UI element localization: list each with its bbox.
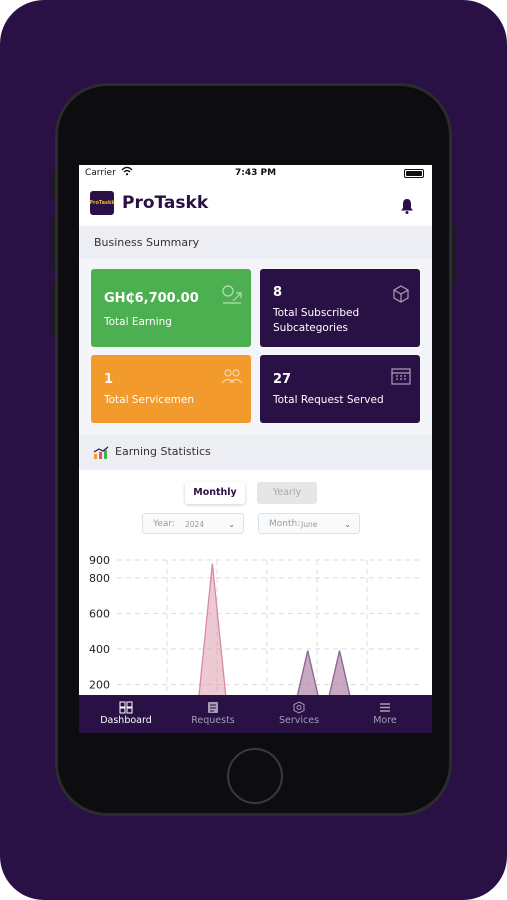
year-select-value: 2024 [185,520,205,529]
servicemen-label: Total Servicemen [104,394,195,406]
tab-more[interactable]: More [341,695,429,733]
dashboard-icon [119,699,133,714]
business-summary-header: Business Summary [79,227,432,259]
earning-chart-panel: Monthly Yearly Year: 2024 ⌄ Month: June … [79,470,432,700]
yearly-toggle[interactable]: Yearly [257,482,317,504]
notification-bell-icon[interactable] [398,197,416,215]
earning-statistics-title: Earning Statistics [115,445,211,458]
earning-statistics-header: Earning Statistics [79,434,432,470]
tab-requests[interactable]: Requests [169,695,257,733]
y-tick-label: 800 [89,572,110,585]
app-screen: Carrier 7:43 PM ProTaskk ProTaskk Busine… [79,165,432,733]
trend-chart-icon [93,445,109,459]
subcategories-value: 8 [273,285,283,300]
menu-icon [378,699,392,712]
servicemen-value: 1 [104,372,114,387]
month-select[interactable]: Month: June ⌄ [258,513,360,534]
tab-services[interactable]: Services [255,695,343,733]
calendar-icon [390,365,412,387]
earning-area-chart: 900 800 600 400 200 [89,554,419,700]
tab-requests-label: Requests [191,715,235,726]
power-button [452,225,456,285]
mute-switch [51,170,55,200]
series-area-1 [295,650,352,700]
total-servicemen-card[interactable]: 1 Total Servicemen [91,355,251,423]
battery-icon [404,169,424,178]
total-requests-served-card[interactable]: 27 Total Request Served [260,355,420,423]
total-earning-value: GH₵6,700.00 [104,291,199,306]
tab-more-label: More [373,715,397,726]
app-header: ProTaskk ProTaskk [79,183,432,225]
series-area-0 [197,563,352,700]
y-tick-label: 900 [89,554,110,567]
y-tick-label: 400 [89,643,110,656]
bottom-tab-bar: Dashboard Requests Services More [79,695,432,733]
tab-dashboard[interactable]: Dashboard [82,695,170,733]
app-logo: ProTaskk [89,191,115,215]
servicemen-icon [221,365,243,387]
monthly-toggle[interactable]: Monthly [185,482,245,504]
y-tick-label: 200 [89,678,110,691]
cube-icon [390,283,412,305]
money-icon [221,283,243,305]
chevron-down-icon: ⌄ [228,520,235,529]
requests-served-label: Total Request Served [273,394,384,406]
tab-dashboard-label: Dashboard [100,715,152,726]
total-earning-card[interactable]: GH₵6,700.00 Total Earning [91,269,251,347]
month-select-label: Month: [269,519,301,529]
requests-served-value: 27 [273,372,292,387]
year-select-label: Year: [153,519,175,529]
volume-up-button [51,215,55,270]
month-select-value: June [301,520,318,529]
requests-icon [206,699,220,713]
year-select[interactable]: Year: 2024 ⌄ [142,513,244,534]
y-tick-label: 600 [89,607,110,620]
subscribed-subcategories-card[interactable]: 8 Total Subscribed Subcategories [260,269,420,347]
chevron-down-icon: ⌄ [344,520,351,529]
business-summary-title: Business Summary [94,236,200,249]
home-button[interactable] [227,748,283,804]
status-time: 7:43 PM [234,168,277,178]
total-earning-label: Total Earning [104,316,172,328]
volume-down-button [51,282,55,337]
services-icon [292,699,306,714]
app-title: ProTaskk [122,193,209,213]
subcategories-label: Total Subscribed Subcategories [273,307,360,334]
status-bar: Carrier 7:43 PM [79,165,432,183]
tab-services-label: Services [278,715,320,726]
